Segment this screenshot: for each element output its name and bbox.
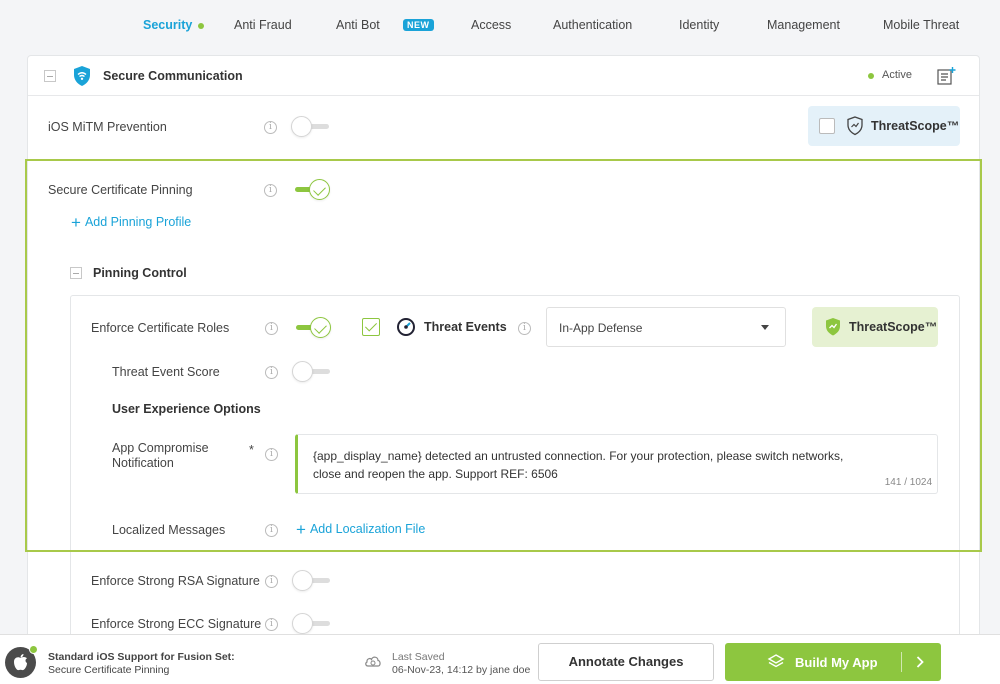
localized-messages-label: Localized Messages	[112, 523, 226, 537]
collapse-pinning-control-button[interactable]	[70, 267, 82, 279]
section-title: Secure Communication	[103, 69, 243, 83]
info-icon[interactable]: i	[265, 366, 278, 379]
last-saved-value: 06-Nov-23, 14:12 by jane doe	[392, 664, 531, 676]
apple-logo-badge	[5, 645, 38, 678]
add-localization-link[interactable]: + Add Localization File	[296, 520, 425, 540]
chevron-right-icon[interactable]	[916, 656, 924, 668]
app-compromise-label-line1: App Compromise	[112, 441, 209, 455]
top-tab-bar: Security Anti Fraud Anti Bot NEW Access …	[0, 0, 1000, 52]
char-count: 141 / 1024	[884, 477, 932, 488]
info-icon[interactable]: i	[264, 121, 277, 134]
app-compromise-notification-input[interactable]: {app_display_name} detected an untrusted…	[295, 434, 938, 494]
info-icon[interactable]: i	[265, 618, 278, 631]
wifi-shield-icon	[74, 66, 90, 86]
tab-authentication[interactable]: Authentication	[553, 18, 632, 32]
threat-score-label: Threat Event Score	[112, 365, 220, 379]
footer-bar: Standard iOS Support for Fusion Set: Sec…	[0, 634, 1000, 684]
apple-icon	[14, 654, 27, 671]
tab-identity[interactable]: Identity	[679, 18, 719, 32]
tab-security[interactable]: Security	[143, 18, 205, 32]
status-dot	[868, 73, 874, 79]
threat-events-checkbox[interactable]	[362, 318, 380, 336]
rsa-label: Enforce Strong RSA Signature	[91, 574, 260, 588]
active-dot	[198, 22, 205, 29]
annotate-changes-button[interactable]: Annotate Changes	[538, 643, 714, 681]
build-my-app-button[interactable]: Build My App	[725, 643, 941, 681]
info-icon[interactable]: i	[265, 448, 278, 461]
last-saved-label: Last Saved	[392, 651, 445, 663]
ios-mitm-toggle[interactable]	[291, 115, 331, 139]
threatscope-label: ThreatScope™	[871, 119, 960, 133]
tab-access[interactable]: Access	[471, 18, 511, 32]
info-icon[interactable]: i	[265, 322, 278, 335]
threat-events-label: Threat Events	[424, 320, 507, 334]
rsa-toggle[interactable]	[292, 569, 332, 593]
tab-anti-bot[interactable]: Anti Bot	[336, 18, 380, 32]
pinning-label: Secure Certificate Pinning	[48, 183, 193, 197]
pinning-toggle[interactable]	[291, 178, 331, 202]
threat-events-gauge-icon	[397, 318, 415, 336]
section-header: Secure Communication Active	[28, 56, 979, 96]
enforce-roles-toggle[interactable]	[292, 316, 332, 340]
chevron-down-icon	[761, 325, 769, 330]
info-icon[interactable]: i	[265, 575, 278, 588]
threatscope-mitm-button[interactable]: ThreatScope™	[808, 106, 960, 146]
threatscope-shield-icon	[826, 318, 840, 336]
enforce-roles-label: Enforce Certificate Roles	[91, 321, 230, 335]
collapse-section-button[interactable]	[44, 70, 56, 82]
add-localization-label: Add Localization File	[309, 522, 426, 536]
support-title: Standard iOS Support for Fusion Set:	[48, 651, 235, 663]
add-pinning-label: Add Pinning Profile	[84, 215, 192, 229]
secure-communication-card: Secure Communication Active iOS MiTM Pre…	[27, 55, 980, 645]
notification-text: {app_display_name} detected an untrusted…	[313, 449, 844, 481]
ux-options-title: User Experience Options	[112, 402, 261, 416]
threatscope-label: ThreatScope™	[849, 320, 938, 334]
tab-management[interactable]: Management	[767, 18, 840, 32]
support-subtitle: Secure Certificate Pinning	[48, 664, 170, 676]
threatscope-roles-button[interactable]: ThreatScope™	[812, 307, 938, 347]
threatscope-checkbox[interactable]	[819, 118, 835, 134]
tab-anti-fraud[interactable]: Anti Fraud	[234, 18, 292, 32]
build-label: Build My App	[795, 655, 878, 670]
threatscope-shield-icon	[847, 116, 863, 136]
app-compromise-label-line2: Notification	[112, 456, 174, 470]
tab-mobile-threat[interactable]: Mobile Threat	[883, 18, 959, 32]
threat-response-dropdown[interactable]: In-App Defense	[546, 307, 786, 347]
tab-label: Security	[143, 18, 193, 32]
dropdown-value: In-App Defense	[559, 321, 643, 335]
info-icon[interactable]: i	[264, 184, 277, 197]
ecc-label: Enforce Strong ECC Signature	[91, 617, 262, 631]
threat-score-toggle[interactable]	[292, 360, 332, 384]
required-mark: *	[249, 443, 254, 457]
ios-mitm-label: iOS MiTM Prevention	[48, 120, 167, 134]
new-badge: NEW	[403, 19, 434, 31]
info-icon[interactable]: i	[518, 322, 531, 335]
cloud-sync-icon	[365, 656, 381, 667]
divider	[901, 652, 902, 672]
status-text: Active	[882, 69, 912, 81]
ecc-toggle[interactable]	[292, 612, 332, 636]
pinning-control-title: Pinning Control	[93, 266, 187, 280]
add-pinning-profile-link[interactable]: + Add Pinning Profile	[71, 213, 191, 233]
info-icon[interactable]: i	[265, 524, 278, 537]
add-note-icon[interactable]	[936, 66, 956, 86]
layers-icon	[767, 654, 785, 668]
